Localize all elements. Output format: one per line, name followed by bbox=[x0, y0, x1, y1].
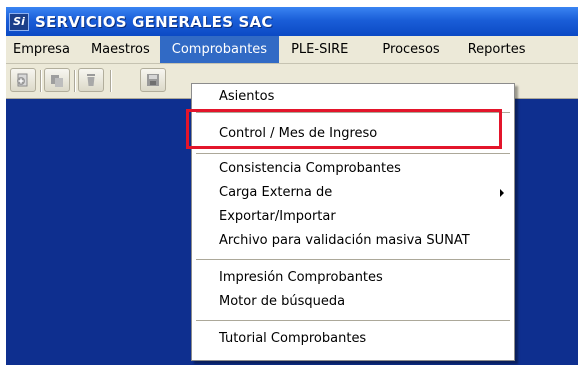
menu-option-carga-externa[interactable]: Carga Externa de bbox=[219, 183, 509, 203]
menu-option-consistencia-comprobantes[interactable]: Consistencia Comprobantes bbox=[219, 159, 401, 179]
menu-option-motor-de-busqueda[interactable]: Motor de búsqueda bbox=[219, 292, 345, 312]
menu-option-archivo-validacion-sunat[interactable]: Archivo para validación masiva SUNAT bbox=[219, 231, 470, 251]
menu-option-tutorial-comprobantes[interactable]: Tutorial Comprobantes bbox=[219, 329, 366, 349]
menu-comprobantes[interactable]: Comprobantes bbox=[159, 36, 280, 63]
save-button[interactable] bbox=[140, 68, 166, 92]
menu-procesos[interactable]: Procesos bbox=[360, 36, 451, 63]
menu-empresa[interactable]: Empresa bbox=[6, 36, 79, 63]
toolbar-separator bbox=[110, 70, 112, 92]
delete-button[interactable] bbox=[78, 68, 104, 92]
new-record-button[interactable] bbox=[10, 68, 36, 92]
menu-option-asientos[interactable]: Asientos bbox=[219, 87, 274, 107]
menu-ple-sire[interactable]: PLE-SIRE bbox=[279, 36, 360, 63]
app-window: Si SERVICIOS GENERALES SAC Empresa Maest… bbox=[6, 7, 578, 365]
menu-option-label: Carga Externa de bbox=[219, 185, 333, 200]
menu-separator bbox=[196, 259, 510, 260]
menu-option-exportar-importar[interactable]: Exportar/Importar bbox=[219, 207, 336, 227]
menu-reportes[interactable]: Reportes bbox=[452, 36, 532, 63]
highlight-annotation bbox=[186, 109, 502, 149]
toolbar-separator bbox=[74, 70, 76, 92]
app-logo-icon: Si bbox=[9, 12, 29, 31]
toolbar-separator bbox=[40, 70, 42, 92]
save-icon bbox=[147, 74, 159, 86]
copy-icon bbox=[51, 75, 63, 87]
menu-bar: Empresa Maestros Comprobantes PLE-SIRE P… bbox=[6, 36, 578, 64]
title-bar: Si SERVICIOS GENERALES SAC bbox=[6, 7, 578, 36]
new-icon bbox=[17, 73, 28, 87]
menu-separator bbox=[196, 153, 510, 154]
window-title: SERVICIOS GENERALES SAC bbox=[35, 12, 273, 31]
menu-separator bbox=[196, 320, 510, 321]
menu-option-impresion-comprobantes[interactable]: Impresión Comprobantes bbox=[219, 268, 383, 288]
delete-icon bbox=[87, 74, 95, 86]
menu-maestros[interactable]: Maestros bbox=[79, 36, 160, 63]
submenu-arrow-icon bbox=[500, 189, 504, 197]
copy-button[interactable] bbox=[44, 68, 70, 92]
